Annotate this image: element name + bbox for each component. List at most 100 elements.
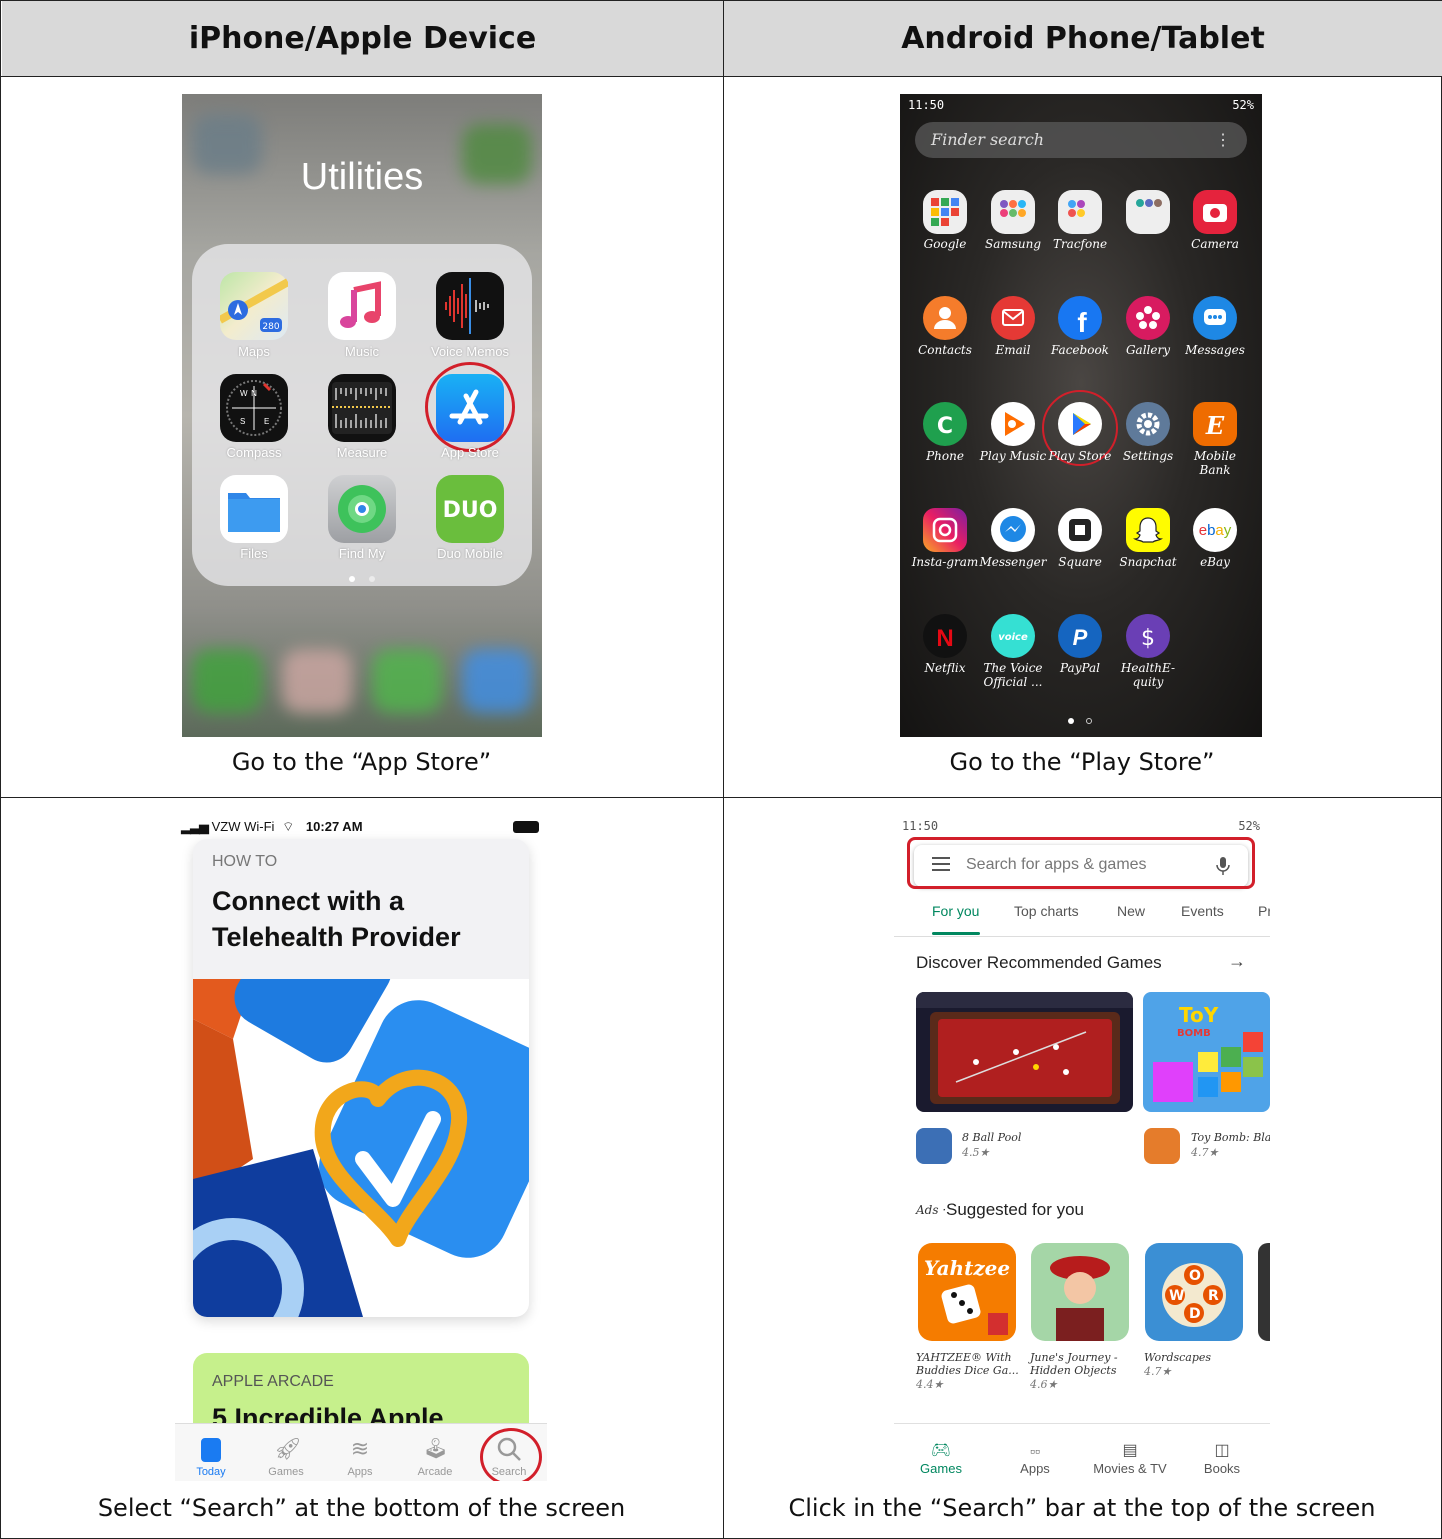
tab-for-you[interactable]: For you bbox=[932, 903, 979, 919]
game-banner-toy-bomb[interactable]: ToY BOMB bbox=[1143, 992, 1270, 1112]
messages-icon[interactable] bbox=[1193, 296, 1237, 340]
nav-games[interactable]: 🎮︎ Games bbox=[901, 1441, 981, 1476]
arrow-right-icon[interactable]: → bbox=[1228, 951, 1246, 972]
wordscapes-app-icon[interactable]: OW RD bbox=[1145, 1243, 1243, 1341]
svg-text:BOMB: BOMB bbox=[1177, 1028, 1211, 1039]
status-time: 11:50 bbox=[902, 819, 939, 833]
tracfone-folder-icon[interactable] bbox=[1058, 190, 1102, 234]
phone-icon[interactable]: C bbox=[923, 402, 967, 446]
finder-search-input[interactable]: Finder search ⋮ bbox=[915, 122, 1247, 158]
app-label: Netflix bbox=[924, 661, 966, 675]
nav-apps[interactable]: ▫▫ Apps bbox=[995, 1441, 1075, 1476]
highlight-rectangle bbox=[907, 837, 1255, 889]
music-icon[interactable] bbox=[328, 272, 396, 340]
measure-icon[interactable] bbox=[328, 374, 396, 442]
highlight-circle bbox=[480, 1428, 542, 1481]
ads-label: Ads · bbox=[916, 1203, 947, 1217]
status-time: 11:50 bbox=[908, 98, 945, 112]
nav-books[interactable]: ◫ Books bbox=[1182, 1441, 1262, 1476]
tab-more[interactable]: Pr bbox=[1258, 903, 1270, 919]
divider bbox=[894, 936, 1270, 937]
snapchat-icon[interactable] bbox=[1126, 508, 1170, 552]
app-label: Settings bbox=[1122, 449, 1174, 463]
contacts-icon[interactable] bbox=[923, 296, 967, 340]
healthequity-icon[interactable]: $ bbox=[1126, 614, 1170, 658]
app-icon-partial[interactable] bbox=[1258, 1243, 1270, 1341]
samsung-folder-icon[interactable] bbox=[991, 190, 1035, 234]
tab-events[interactable]: Events bbox=[1181, 903, 1224, 919]
duo-mobile-icon[interactable]: DUO bbox=[436, 475, 504, 543]
app-label: Square bbox=[1058, 555, 1102, 569]
more-icon[interactable]: ⋮ bbox=[1215, 122, 1231, 158]
tab-apps[interactable]: ≋ Apps bbox=[324, 1428, 396, 1478]
ebay-icon[interactable]: ebay bbox=[1193, 508, 1237, 552]
folder-icon[interactable] bbox=[1126, 190, 1170, 234]
film-icon: ▤ bbox=[1122, 1442, 1138, 1459]
highlight-circle bbox=[425, 362, 515, 452]
settings-icon[interactable] bbox=[1126, 402, 1170, 446]
nav-label: Books bbox=[1203, 1461, 1241, 1476]
instagram-icon[interactable] bbox=[923, 508, 967, 552]
svg-text:DUO: DUO bbox=[443, 498, 498, 523]
svg-text:N: N bbox=[936, 625, 953, 652]
svg-text:D: D bbox=[1189, 1306, 1201, 1322]
section-title: Discover Recommended Games bbox=[916, 953, 1162, 972]
nav-movies-tv[interactable]: ▤ Movies & TV bbox=[1088, 1441, 1172, 1476]
compass-icon[interactable]: NW S E bbox=[220, 374, 288, 442]
page-dot bbox=[369, 576, 375, 582]
card-kicker: APPLE ARCADE bbox=[212, 1373, 334, 1390]
tab-top-charts[interactable]: Top charts bbox=[1014, 903, 1079, 919]
junes-journey-app-icon[interactable] bbox=[1031, 1243, 1129, 1341]
app-label: Mobile Bank bbox=[1194, 449, 1236, 477]
app-label: Measure bbox=[336, 445, 388, 460]
app-label: Camera bbox=[1191, 237, 1239, 251]
page-dot-active bbox=[1068, 718, 1074, 724]
battery-icon bbox=[513, 821, 539, 833]
tab-today[interactable]: Today bbox=[175, 1428, 247, 1478]
mobile-bank-icon[interactable]: E bbox=[1193, 402, 1237, 446]
tab-new[interactable]: New bbox=[1117, 903, 1145, 919]
the-voice-icon[interactable]: voice bbox=[991, 614, 1035, 658]
tab-label: Top charts bbox=[1014, 903, 1079, 919]
square-icon[interactable] bbox=[1058, 508, 1102, 552]
facebook-icon[interactable]: f bbox=[1058, 296, 1102, 340]
files-icon[interactable] bbox=[220, 475, 288, 543]
tab-games[interactable]: 🚀︎ Games bbox=[250, 1428, 322, 1478]
tab-arcade[interactable]: 🕹︎ Arcade bbox=[399, 1428, 471, 1478]
google-folder-icon[interactable] bbox=[923, 190, 967, 234]
game-banner-8-ball-pool[interactable] bbox=[916, 992, 1133, 1112]
maps-icon[interactable]: 280 bbox=[218, 272, 290, 340]
android-home-screenshot: 11:50 52% Finder search ⋮ Google Samsung … bbox=[900, 94, 1262, 737]
app-rating: 4.7★ bbox=[1144, 1365, 1172, 1378]
gallery-icon[interactable] bbox=[1126, 296, 1170, 340]
svg-text:f: f bbox=[1077, 307, 1087, 338]
app-label: Maps bbox=[238, 344, 270, 359]
app-label: Compass bbox=[226, 445, 282, 460]
app-rating: 4.7★ bbox=[1191, 1146, 1219, 1159]
paypal-icon[interactable]: P bbox=[1058, 614, 1102, 658]
camera-icon[interactable] bbox=[1193, 190, 1237, 234]
story-card-telehealth[interactable]: HOW TO Connect with a Telehealth Provide… bbox=[193, 839, 529, 1317]
voice-memos-icon[interactable] bbox=[436, 272, 504, 340]
yahtzee-app-icon[interactable]: Yahtzee bbox=[918, 1243, 1016, 1341]
wifi-icon: ⌔ bbox=[282, 819, 295, 834]
app-label: Play Store bbox=[1048, 449, 1112, 463]
app-label: Insta-gram bbox=[911, 555, 979, 569]
gamepad-icon: 🎮︎ bbox=[930, 1442, 952, 1459]
ios-app-store-today-screenshot: ▂▃▅ VZW Wi-Fi ⌔ 10:27 AM HOW TO Connect … bbox=[175, 815, 547, 1481]
tab-label: Today bbox=[196, 1466, 226, 1478]
play-music-icon[interactable] bbox=[991, 402, 1035, 446]
toy-bomb-app-icon[interactable] bbox=[1144, 1128, 1180, 1164]
netflix-icon[interactable]: N bbox=[923, 614, 967, 658]
header-iphone: iPhone/Apple Device bbox=[2, 1, 723, 76]
email-icon[interactable] bbox=[991, 296, 1035, 340]
tab-label: New bbox=[1117, 903, 1146, 919]
svg-text:O: O bbox=[1189, 1268, 1201, 1284]
app-label: Email bbox=[995, 343, 1031, 357]
messenger-icon[interactable] bbox=[991, 508, 1035, 552]
8-ball-pool-app-icon[interactable] bbox=[916, 1128, 952, 1164]
page-dot bbox=[1086, 718, 1092, 724]
app-label: Files bbox=[240, 546, 268, 561]
find-my-icon[interactable] bbox=[328, 475, 396, 543]
apps-grid-icon: ▫▫ bbox=[1030, 1443, 1040, 1459]
